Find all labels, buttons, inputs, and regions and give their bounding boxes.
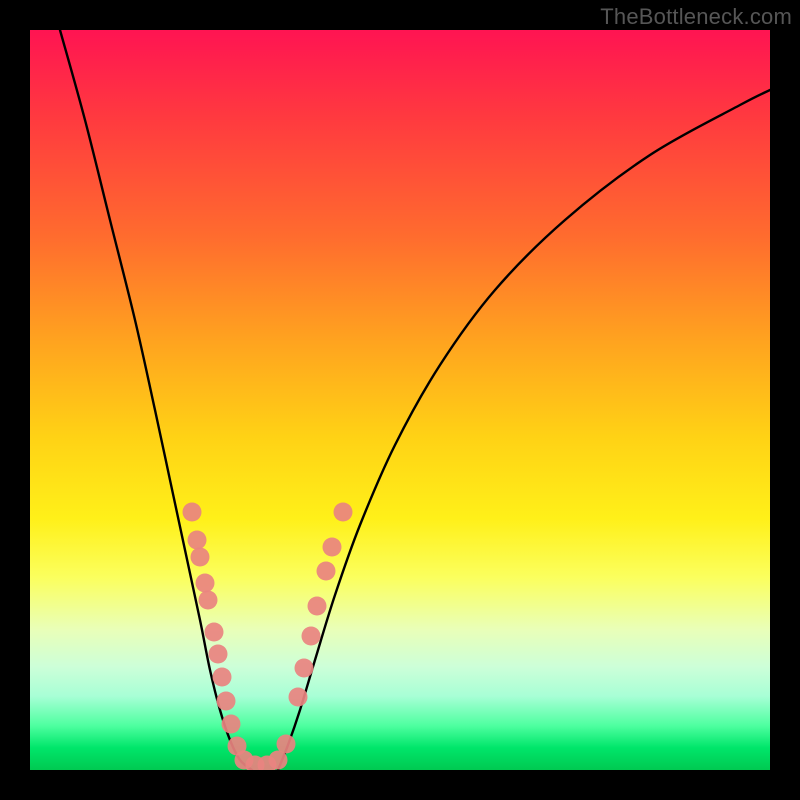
data-point [308,597,327,616]
dots-layer [183,503,353,771]
data-point [323,538,342,557]
data-point [196,574,215,593]
data-point [222,715,241,734]
data-point [277,735,296,754]
data-point [213,668,232,687]
data-point [317,562,336,581]
data-point [217,692,236,711]
curve-layer [60,30,770,770]
data-point [295,659,314,678]
data-point [289,688,308,707]
data-point [302,627,321,646]
data-point [209,645,228,664]
data-point [205,623,224,642]
data-point [191,548,210,567]
plot-area [30,30,770,770]
chart-frame: TheBottleneck.com [0,0,800,800]
data-point [199,591,218,610]
data-point [334,503,353,522]
watermark-text: TheBottleneck.com [600,4,792,30]
chart-svg [30,30,770,770]
data-point [188,531,207,550]
data-point [183,503,202,522]
curve-right-curve [278,90,770,770]
